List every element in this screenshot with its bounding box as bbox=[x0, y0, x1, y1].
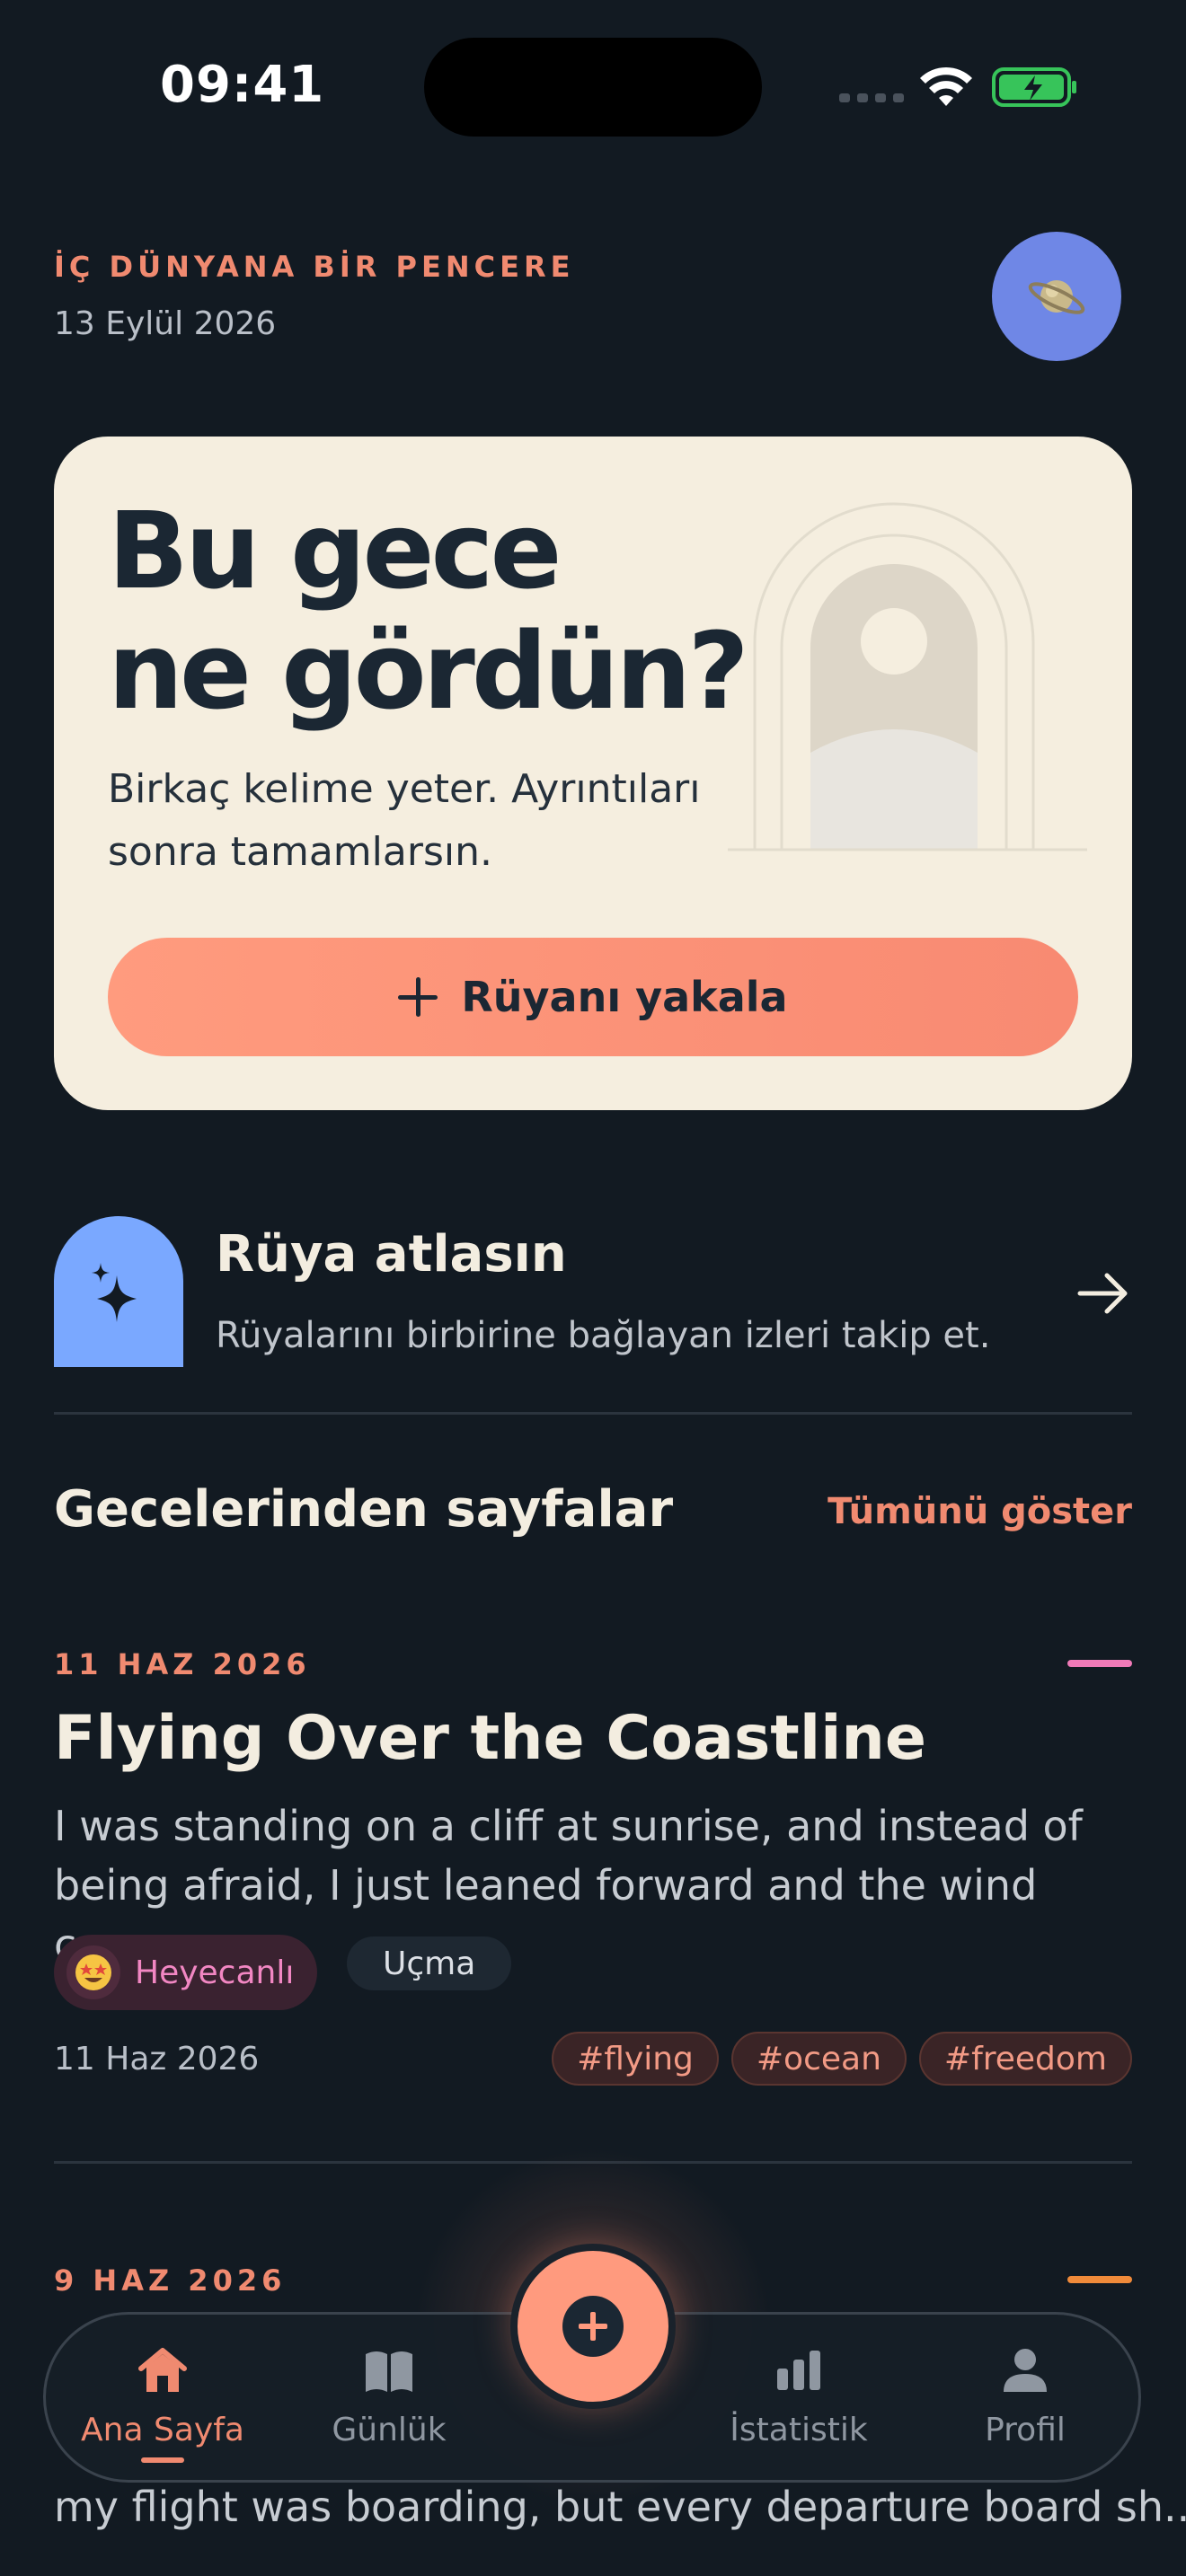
battery-charging-icon bbox=[992, 67, 1076, 107]
section-title: Gecelerinden sayfalar bbox=[54, 1480, 674, 1539]
sparkles-icon bbox=[92, 1263, 137, 1322]
mood-color-bar bbox=[1067, 1660, 1132, 1667]
dream-date-caps: 9 HAZ 2026 bbox=[54, 2263, 287, 2298]
hero-title-line2: ne gördün? bbox=[108, 609, 749, 733]
today-date: 13 Eylül 2026 bbox=[54, 305, 277, 342]
bar-chart-icon bbox=[777, 2351, 820, 2390]
mood-color-bar bbox=[1067, 2276, 1132, 2283]
dream-date: 11 Haz 2026 bbox=[54, 2041, 260, 2078]
atlas-title: Rüya atlasın bbox=[216, 1225, 567, 1284]
atlas-badge bbox=[54, 1216, 183, 1367]
tag-chip[interactable]: #freedom bbox=[918, 2032, 1132, 2086]
avatar-button[interactable] bbox=[992, 232, 1121, 361]
mood-chip: Heyecanlı bbox=[54, 1935, 318, 2010]
cellular-signal-icon bbox=[839, 93, 904, 102]
saturn-icon bbox=[1028, 280, 1085, 314]
mood-label: Heyecanlı bbox=[135, 1954, 295, 1991]
arrow-right-icon bbox=[1077, 1273, 1128, 1314]
dream-entry-card[interactable]: 11 HAZ 2026 Flying Over the Coastline I … bbox=[54, 1647, 1132, 2114]
tab-home[interactable]: Ana Sayfa bbox=[64, 2342, 261, 2467]
open-book-icon bbox=[366, 2351, 412, 2392]
tab-profile-label: Profil bbox=[985, 2412, 1066, 2448]
capture-dream-card: Bu gece ne gördün? Birkaç kelime yeter. … bbox=[54, 437, 1132, 1110]
wifi-icon bbox=[920, 66, 972, 106]
person-icon bbox=[1004, 2349, 1047, 2392]
tab-journal-label: Günlük bbox=[332, 2412, 447, 2448]
hero-title-line1: Bu gece bbox=[108, 489, 562, 613]
capture-dream-label: Rüyanı yakala bbox=[461, 973, 788, 1021]
tab-profile[interactable]: Profil bbox=[926, 2342, 1124, 2467]
hero-title: Bu gece ne gördün? bbox=[108, 490, 755, 731]
divider bbox=[54, 1412, 1132, 1415]
add-dream-fab[interactable] bbox=[510, 2244, 676, 2409]
plus-icon bbox=[398, 977, 438, 1017]
moon-window-illustration bbox=[728, 502, 1087, 851]
tag-chip[interactable]: #flying bbox=[552, 2032, 719, 2086]
tab-home-label: Ana Sayfa bbox=[81, 2412, 244, 2448]
dream-atlas-row[interactable]: Rüya atlasın Rüyalarını birbirine bağlay… bbox=[54, 1216, 1132, 1414]
status-bar: 09:41 bbox=[0, 0, 1186, 171]
tab-journal[interactable]: Günlük bbox=[290, 2342, 488, 2467]
capture-dream-button[interactable]: Rüyanı yakala bbox=[108, 938, 1078, 1056]
hero-subtitle: Birkaç kelime yeter. Ayrıntıları sonra t… bbox=[108, 766, 701, 875]
dynamic-island bbox=[424, 38, 762, 137]
tag-chip[interactable]: #ocean bbox=[730, 2032, 907, 2086]
star-struck-emoji-icon bbox=[66, 1945, 120, 1999]
theme-chip: Uçma bbox=[347, 1936, 512, 1990]
show-all-link[interactable]: Tümünü göster bbox=[828, 1491, 1132, 1532]
page-eyebrow: İÇ DÜNYANA BİR PENCERE bbox=[54, 250, 575, 284]
active-tab-indicator bbox=[141, 2457, 184, 2463]
dream-title: Flying Over the Coastline bbox=[54, 1703, 926, 1774]
home-icon bbox=[138, 2348, 187, 2392]
plus-circle-icon bbox=[562, 2296, 624, 2357]
tab-stats[interactable]: İstatistik bbox=[700, 2342, 898, 2467]
status-time: 09:41 bbox=[160, 56, 325, 114]
tag-list: #flying #ocean #freedom bbox=[552, 2032, 1132, 2086]
dream-date-caps: 11 HAZ 2026 bbox=[54, 1647, 311, 1681]
tab-stats-label: İstatistik bbox=[730, 2412, 868, 2448]
home-screen: 09:41 İÇ DÜNYANA BİR PENCERE 13 Eylül 20… bbox=[0, 0, 1186, 2576]
atlas-subtitle: Rüyalarını birbirine bağlayan izleri tak… bbox=[216, 1315, 991, 1356]
